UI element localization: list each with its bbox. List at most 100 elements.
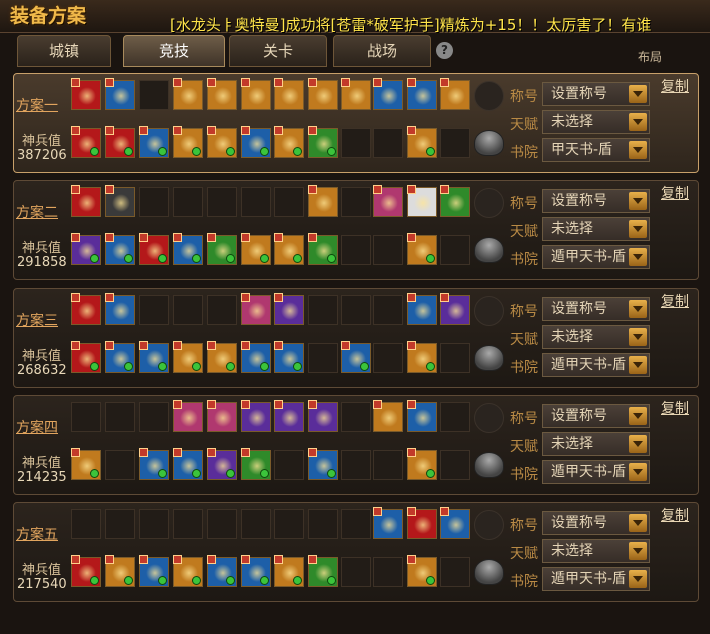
copy-button[interactable]: 复制: [661, 291, 689, 311]
weapon-slot[interactable]: [241, 341, 271, 373]
equipment-slot[interactable]: [105, 78, 135, 110]
equipment-slot[interactable]: [173, 187, 203, 217]
weapon-slot[interactable]: [341, 450, 371, 480]
equipment-slot[interactable]: [308, 185, 338, 217]
weapon-slot[interactable]: [308, 233, 338, 265]
equipment-slot[interactable]: [173, 509, 203, 539]
weapon-slot[interactable]: [139, 448, 169, 480]
equipment-slot[interactable]: [407, 78, 437, 110]
tab-town[interactable]: 城镇: [17, 35, 111, 67]
plan-panel-1[interactable]: 方案一 神兵值 387206 称号 天赋 书院 设置称号 未选择 甲天书-盾 复制: [13, 73, 699, 173]
dropdown-arrow-icon[interactable]: [629, 141, 647, 159]
weapon-slot[interactable]: [440, 343, 470, 373]
dropdown-arrow-icon[interactable]: [629, 542, 647, 560]
dropdown-arrow-icon[interactable]: [629, 356, 647, 374]
weapon-slot[interactable]: [241, 448, 271, 480]
weapon-slot[interactable]: [173, 341, 203, 373]
pot-icon[interactable]: [474, 345, 504, 371]
equipment-slot[interactable]: [308, 400, 338, 432]
dropdown-arrow-icon[interactable]: [629, 192, 647, 210]
equipment-slot[interactable]: [71, 185, 101, 217]
academy-dropdown[interactable]: 甲天书-盾: [542, 138, 650, 162]
weapon-slot[interactable]: [274, 555, 304, 587]
equipment-slot[interactable]: [71, 293, 101, 325]
copy-button[interactable]: 复制: [661, 505, 689, 525]
weapon-slot[interactable]: [440, 557, 470, 587]
weapon-slot[interactable]: [105, 341, 135, 373]
tab-stage[interactable]: 关卡: [229, 35, 327, 67]
tab-arena[interactable]: 竞技: [123, 35, 225, 67]
weapon-slot[interactable]: [241, 233, 271, 265]
talent-dropdown[interactable]: 未选择: [542, 217, 650, 241]
weapon-slot[interactable]: [373, 235, 403, 265]
talent-dropdown[interactable]: 未选择: [542, 110, 650, 134]
equipment-slot[interactable]: [373, 400, 403, 432]
weapon-slot[interactable]: [105, 126, 135, 158]
equipment-slot[interactable]: [407, 507, 437, 539]
equipment-slot[interactable]: [373, 78, 403, 110]
weapon-slot[interactable]: [407, 341, 437, 373]
weapon-slot[interactable]: [105, 233, 135, 265]
equipment-slot[interactable]: [407, 400, 437, 432]
weapon-slot[interactable]: [71, 233, 101, 265]
equipment-slot[interactable]: [341, 187, 371, 217]
weapon-slot[interactable]: [373, 450, 403, 480]
empty-disc-slot[interactable]: [474, 510, 504, 540]
equipment-slot[interactable]: [105, 185, 135, 217]
equipment-slot[interactable]: [440, 293, 470, 325]
equipment-slot[interactable]: [407, 185, 437, 217]
weapon-slot[interactable]: [139, 233, 169, 265]
equipment-slot[interactable]: [207, 295, 237, 325]
pot-icon[interactable]: [474, 237, 504, 263]
weapon-slot[interactable]: [373, 557, 403, 587]
equipment-slot[interactable]: [173, 400, 203, 432]
equipment-slot[interactable]: [373, 295, 403, 325]
weapon-slot[interactable]: [207, 126, 237, 158]
weapon-slot[interactable]: [407, 555, 437, 587]
weapon-slot[interactable]: [207, 341, 237, 373]
equipment-slot[interactable]: [308, 295, 338, 325]
dropdown-arrow-icon[interactable]: [629, 435, 647, 453]
plan-name[interactable]: 方案五: [16, 524, 58, 544]
dropdown-arrow-icon[interactable]: [629, 407, 647, 425]
weapon-slot[interactable]: [341, 557, 371, 587]
equipment-slot[interactable]: [139, 80, 169, 110]
plan-panel-4[interactable]: 方案四 神兵值 214235 称号 天赋 书院 设置称号 未选择 遁甲天书-盾 复制: [13, 395, 699, 495]
weapon-slot[interactable]: [207, 448, 237, 480]
weapon-slot[interactable]: [105, 555, 135, 587]
empty-disc-slot[interactable]: [474, 296, 504, 326]
weapon-slot[interactable]: [274, 450, 304, 480]
equipment-slot[interactable]: [173, 295, 203, 325]
title-dropdown[interactable]: 设置称号: [542, 82, 650, 106]
weapon-slot[interactable]: [440, 450, 470, 480]
empty-disc-slot[interactable]: [474, 81, 504, 111]
weapon-slot[interactable]: [173, 126, 203, 158]
weapon-slot[interactable]: [139, 126, 169, 158]
weapon-slot[interactable]: [139, 341, 169, 373]
pot-icon[interactable]: [474, 452, 504, 478]
equipment-slot[interactable]: [308, 78, 338, 110]
weapon-slot[interactable]: [173, 555, 203, 587]
equipment-slot[interactable]: [440, 507, 470, 539]
weapon-slot[interactable]: [71, 341, 101, 373]
equipment-slot[interactable]: [274, 187, 304, 217]
equipment-slot[interactable]: [373, 507, 403, 539]
equipment-slot[interactable]: [71, 509, 101, 539]
equipment-slot[interactable]: [207, 400, 237, 432]
dropdown-arrow-icon[interactable]: [629, 113, 647, 131]
copy-button[interactable]: 复制: [661, 183, 689, 203]
equipment-slot[interactable]: [139, 402, 169, 432]
equipment-slot[interactable]: [308, 509, 338, 539]
weapon-slot[interactable]: [105, 450, 135, 480]
weapon-slot[interactable]: [274, 126, 304, 158]
dropdown-arrow-icon[interactable]: [629, 85, 647, 103]
pot-icon[interactable]: [474, 130, 504, 156]
equipment-slot[interactable]: [274, 78, 304, 110]
equipment-slot[interactable]: [139, 187, 169, 217]
dropdown-arrow-icon[interactable]: [629, 300, 647, 318]
equipment-slot[interactable]: [207, 187, 237, 217]
weapon-slot[interactable]: [373, 128, 403, 158]
weapon-slot[interactable]: [241, 126, 271, 158]
title-dropdown[interactable]: 设置称号: [542, 511, 650, 535]
tab-battlefield[interactable]: 战场: [333, 35, 431, 67]
